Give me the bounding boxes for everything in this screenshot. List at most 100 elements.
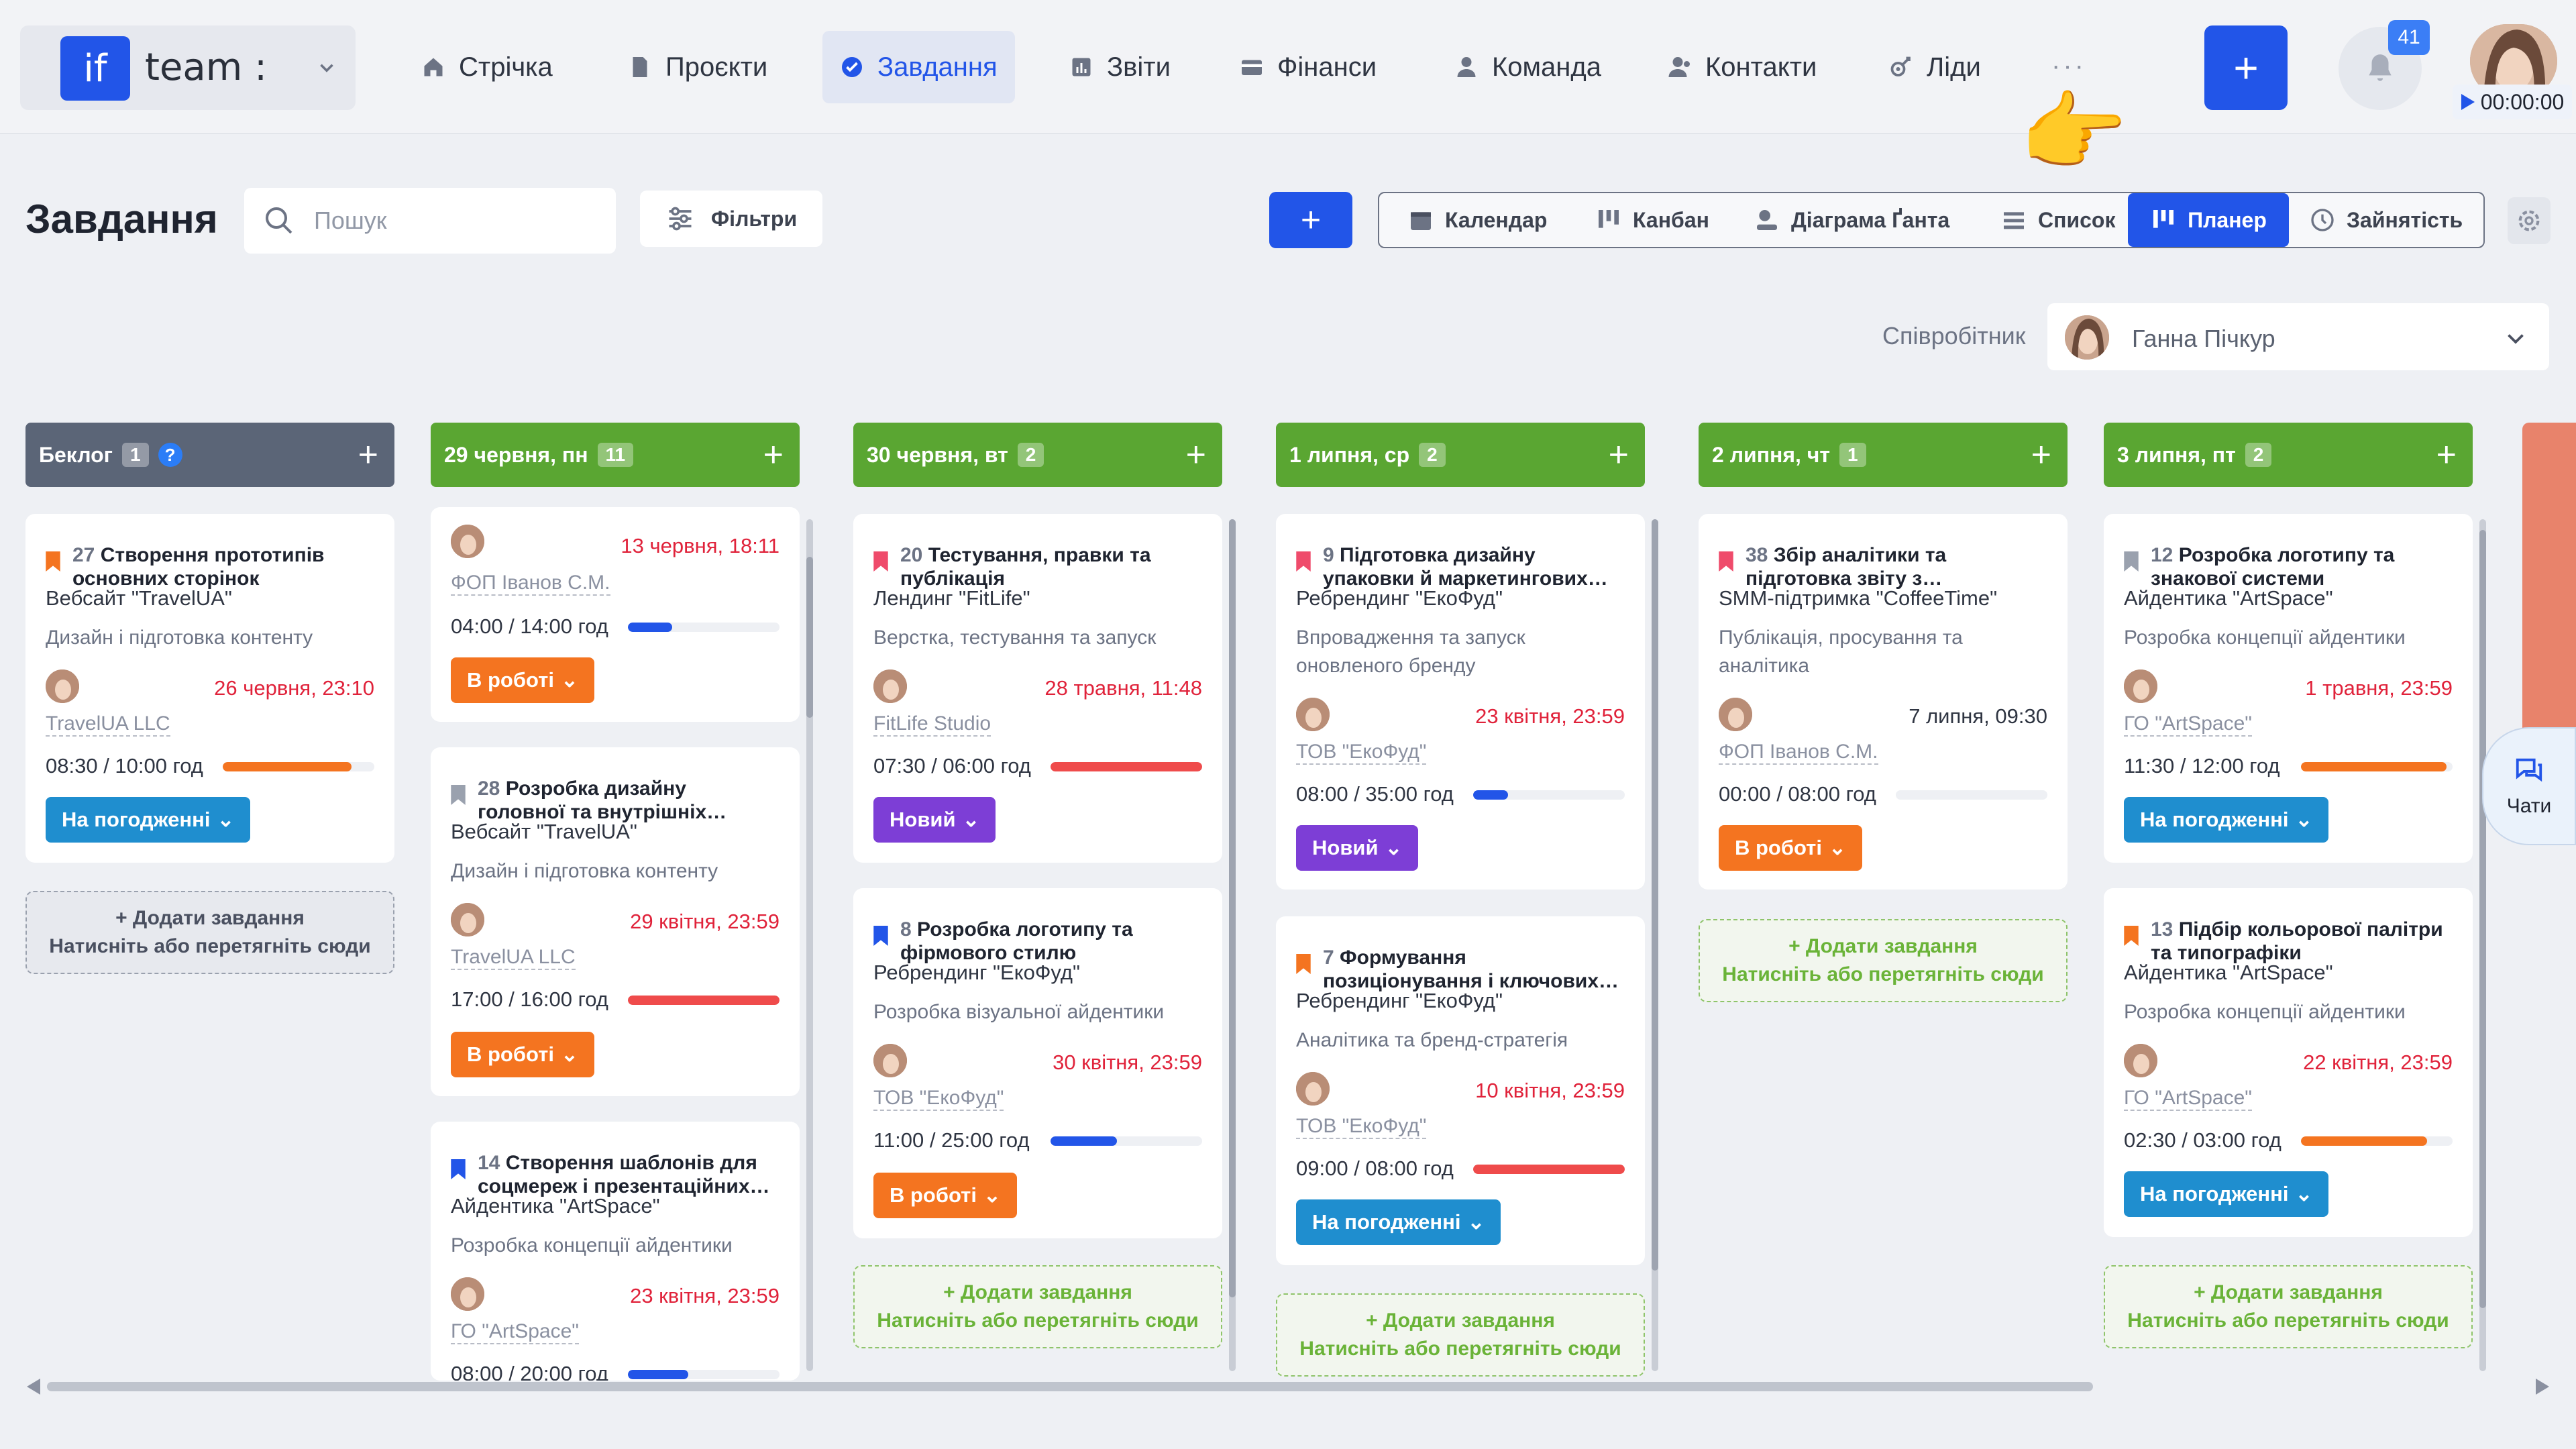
scrollbar-thumb[interactable]	[1229, 519, 1236, 1297]
report-icon	[1072, 58, 1091, 76]
column-title: 1 липня, ср	[1289, 442, 1410, 467]
column-add-button[interactable]: +	[358, 435, 378, 475]
progress-bar	[2301, 1136, 2453, 1146]
scrollbar-thumb[interactable]	[2479, 530, 2486, 1308]
filters-button[interactable]: Фільтри	[640, 191, 822, 247]
task-title: 14 Створення шаблонів для	[478, 1152, 757, 1174]
tab-calendar[interactable]: Календар	[1390, 193, 1564, 247]
tab-list[interactable]: Список	[1983, 193, 2133, 247]
nav-contacts[interactable]: Контакти	[1650, 31, 1834, 103]
help-icon[interactable]: ?	[158, 443, 182, 467]
task-hours: 08:00 / 20:00 год	[451, 1362, 608, 1381]
planner-icon	[2153, 210, 2174, 228]
nav-feed[interactable]: Стрічка	[404, 31, 570, 103]
task-card[interactable]: 7 Формування позиціонування і ключових… …	[1276, 916, 1645, 1265]
status-dropdown[interactable]: В роботі ⌄	[873, 1173, 1017, 1218]
task-client[interactable]: ГО "ArtSpace"	[2124, 712, 2252, 737]
task-client[interactable]: ФОП Іванов С.М.	[1719, 741, 1878, 765]
status-dropdown[interactable]: В роботі ⌄	[1719, 825, 1862, 871]
tab-kanban[interactable]: Канбан	[1578, 193, 1727, 247]
contacts-icon	[1668, 57, 1690, 77]
task-client[interactable]: ФОП Іванов С.М.	[451, 572, 610, 596]
task-due-date: 30 квітня, 23:59	[1053, 1051, 1202, 1074]
task-card[interactable]: 14 Створення шаблонів для соцмереж і пре…	[431, 1122, 800, 1381]
avatar	[451, 1277, 484, 1311]
task-client[interactable]: ТОВ "ЕкоФуд"	[1296, 741, 1427, 765]
status-dropdown[interactable]: На погодженні ⌄	[1296, 1199, 1501, 1245]
search-icon	[266, 207, 292, 234]
employee-select[interactable]: Ганна Пічкур	[2047, 303, 2549, 370]
home-icon	[424, 58, 443, 76]
workspace-switcher[interactable]: if team :	[20, 25, 356, 110]
column-add-button[interactable]: +	[1609, 435, 1629, 475]
task-client[interactable]: FitLife Studio	[873, 712, 991, 737]
task-project: Лендинг "FitLife"	[873, 586, 1030, 610]
task-client[interactable]: ГО "ArtSpace"	[451, 1320, 579, 1344]
task-card[interactable]: 27 Створення прототипів основних сторіно…	[25, 514, 394, 863]
nav-team[interactable]: Команда	[1437, 31, 1619, 103]
status-dropdown[interactable]: Новий ⌄	[1296, 825, 1419, 871]
add-task-dropzone[interactable]: + Додати завдання Натисніть або перетягні…	[1276, 1293, 1645, 1377]
task-due-date: 7 липня, 09:30	[1909, 704, 2047, 728]
scrollbar-thumb[interactable]	[1652, 519, 1658, 1271]
chats-button[interactable]: Чати	[2482, 727, 2576, 845]
task-client[interactable]: TravelUA LLC	[451, 946, 576, 970]
task-client[interactable]: ТОВ "ЕкоФуд"	[1296, 1115, 1427, 1139]
board-horizontal-scrollbar[interactable]	[47, 1382, 2093, 1391]
task-client[interactable]: TravelUA LLC	[46, 712, 170, 737]
add-task-button[interactable]: +	[1269, 192, 1352, 248]
task-card[interactable]: 38 Збір аналітики та підготовка звіту з……	[1699, 514, 2068, 890]
status-dropdown[interactable]: На погодженні ⌄	[2124, 797, 2329, 843]
status-dropdown[interactable]: На погодженні ⌄	[2124, 1171, 2329, 1217]
task-client[interactable]: ТОВ "ЕкоФуд"	[873, 1087, 1004, 1111]
task-card[interactable]: 9 Підготовка дизайну упаковки й маркетин…	[1276, 514, 1645, 890]
task-card[interactable]: 13 Підбір кольорової палітри та типограф…	[2104, 888, 2473, 1237]
flag-icon	[451, 1159, 466, 1179]
avatar	[1296, 698, 1330, 731]
add-task-dropzone[interactable]: + Додати завдання Натисніть або перетягні…	[2104, 1265, 2473, 1348]
scrollbar-thumb[interactable]	[806, 557, 813, 718]
task-title: 20 Тестування, правки та	[900, 544, 1151, 566]
nav-leads[interactable]: Ліди	[1872, 31, 1998, 103]
add-task-dropzone[interactable]: + Додати завдання Натисніть або перетягні…	[25, 891, 394, 974]
task-card[interactable]: 8 Розробка логотипу та фірмового стилю Р…	[853, 888, 1222, 1238]
nav-projects[interactable]: Проєкти	[610, 31, 785, 103]
global-add-button[interactable]: +	[2204, 25, 2288, 110]
task-project: Ребрендинг "ЕкоФуд"	[1296, 989, 1503, 1012]
view-settings-button[interactable]	[2508, 197, 2551, 244]
search-input[interactable]: Пошук	[244, 188, 616, 254]
nav-reports[interactable]: Звіти	[1052, 31, 1188, 103]
column-add-button[interactable]: +	[2436, 435, 2457, 475]
scroll-left-icon[interactable]	[27, 1378, 40, 1395]
tab-planner[interactable]: Планер	[2128, 193, 2289, 247]
scroll-right-icon[interactable]	[2536, 1378, 2549, 1395]
filters-label: Фільтри	[710, 206, 798, 231]
column-add-button[interactable]: +	[763, 435, 784, 475]
status-dropdown[interactable]: В роботі ⌄	[451, 1032, 594, 1077]
pointing-hand-icon: 👉	[2019, 83, 2128, 181]
column-add-button[interactable]: +	[2031, 435, 2051, 475]
add-task-dropzone[interactable]: + Додати завдання Натисніть або перетягні…	[1699, 919, 2068, 1002]
more-nav-button[interactable]: ···	[2051, 51, 2086, 81]
task-due-date: 26 червня, 23:10	[214, 676, 374, 700]
column-add-button[interactable]: +	[1186, 435, 1206, 475]
nav-tasks[interactable]: Завдання	[822, 31, 1015, 103]
task-card[interactable]: 13 червня, 18:11 ФОП Іванов С.М. 04:00 /…	[431, 507, 800, 722]
tab-gantt[interactable]: Діаграма Ґанта	[1736, 193, 1967, 247]
task-card[interactable]: 12 Розробка логотипу та знакової системи…	[2104, 514, 2473, 863]
task-client[interactable]: ГО "ArtSpace"	[2124, 1087, 2252, 1111]
column-header-day: 30 червня, вт 2 +	[853, 423, 1222, 487]
nav-finance[interactable]: Фінанси	[1222, 31, 1394, 103]
tab-workload[interactable]: Зайнятість	[2292, 193, 2480, 247]
column-header-day: 3 липня, пт 2 +	[2104, 423, 2473, 487]
wallet-icon	[1242, 60, 1262, 75]
task-card[interactable]: 20 Тестування, правки та публікація Ленд…	[853, 514, 1222, 863]
status-dropdown[interactable]: На погодженні ⌄	[46, 797, 251, 843]
task-card[interactable]: 28 Розробка дизайну головної та внутрішн…	[431, 747, 800, 1096]
progress-bar	[628, 1370, 780, 1379]
status-dropdown[interactable]: Новий ⌄	[873, 797, 996, 843]
add-task-dropzone[interactable]: + Додати завдання Натисніть або перетягні…	[853, 1265, 1222, 1348]
time-tracker[interactable]: 00:00:00	[2453, 85, 2572, 119]
status-dropdown[interactable]: В роботі ⌄	[451, 657, 594, 703]
task-title: 13 Підбір кольорової палітри	[2151, 918, 2443, 941]
